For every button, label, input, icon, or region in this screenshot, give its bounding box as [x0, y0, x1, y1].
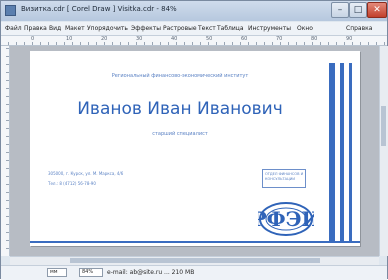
menu-item-effects[interactable]: Эффекты: [131, 25, 161, 32]
menu-item-table[interactable]: Таблица: [217, 25, 244, 32]
address-text[interactable]: 305000, г. Курск, ул. М. Маркса, 4/6: [48, 171, 123, 176]
menu-item-edit[interactable]: Правка: [24, 25, 47, 32]
decorative-stripe: [349, 63, 352, 241]
horizontal-scroll-thumb[interactable]: [70, 258, 320, 263]
ruler-number: 30: [136, 36, 143, 42]
zoom-select[interactable]: 84%: [79, 268, 103, 277]
status-bar: мм 84% e-mail: ab@site.ru ... 210 MB: [1, 265, 387, 280]
ruler-number: 80: [311, 36, 318, 42]
horizontal-scrollbar[interactable]: [10, 256, 379, 265]
ruler-number: 0: [31, 36, 35, 42]
menu-item-window[interactable]: Окно: [297, 25, 313, 32]
person-name-text[interactable]: Иванов Иван Иванович: [30, 99, 330, 119]
ruler-number: 50: [206, 36, 213, 42]
business-card[interactable]: Региональный финансово-экономический инс…: [30, 51, 360, 246]
horizontal-ruler: 0 10 20 30 40 50 60 70 80 90: [1, 36, 387, 46]
ruler-number: 90: [346, 36, 353, 42]
decorative-stripe: [340, 63, 344, 241]
app-window: Визитка.cdr [ Corel Draw ] Visitka.cdr -…: [0, 0, 388, 280]
logo-text: РФЭИ: [258, 207, 314, 231]
menu-bar: Файл Правка Вид Макет Упорядочить Эффект…: [1, 22, 387, 36]
decorative-stripe: [329, 63, 335, 241]
ruler-number: 20: [101, 36, 108, 42]
minimize-button[interactable]: –: [331, 2, 349, 18]
menu-item-text[interactable]: Текст: [198, 25, 216, 32]
ruler-number: 70: [276, 36, 283, 42]
decorative-line: [30, 241, 360, 243]
phone-text[interactable]: Тел.: 8 (4712) 56-78-90: [48, 181, 96, 186]
menu-item-tools[interactable]: Инструменты: [248, 25, 291, 32]
unit-select[interactable]: мм: [47, 268, 67, 277]
institute-logo[interactable]: РФЭИ: [258, 199, 314, 239]
vertical-scrollbar[interactable]: [379, 46, 388, 256]
menu-item-help[interactable]: Справка: [346, 25, 372, 32]
menu-item-view[interactable]: Вид: [49, 25, 61, 32]
vertical-scroll-thumb[interactable]: [381, 106, 386, 146]
ruler-number: 10: [66, 36, 73, 42]
status-text: e-mail: ab@site.ru ... 210 MB: [107, 269, 195, 276]
close-button[interactable]: ✕: [367, 2, 387, 18]
organization-text[interactable]: Региональный финансово-экономический инс…: [30, 73, 330, 79]
window-title: Визитка.cdr [ Corel Draw ] Visitka.cdr -…: [21, 5, 177, 13]
title-bar: Визитка.cdr [ Corel Draw ] Visitka.cdr -…: [1, 1, 387, 21]
menu-item-file[interactable]: Файл: [5, 25, 22, 32]
position-text[interactable]: старший специалист: [30, 131, 330, 137]
ruler-number: 60: [241, 36, 248, 42]
department-line: КОНСУЛЬТАЦИЙ: [265, 177, 295, 181]
app-icon: [5, 5, 16, 16]
menu-item-arrange[interactable]: Упорядочить: [87, 25, 128, 32]
vertical-ruler: [1, 46, 10, 256]
ruler-number: 40: [171, 36, 178, 42]
menu-item-layout[interactable]: Макет: [65, 25, 85, 32]
department-box[interactable]: ОТДЕЛ ФИНАНСОВ И КОНСУЛЬТАЦИЙ: [262, 169, 306, 188]
menu-item-bitmaps[interactable]: Растровые: [163, 25, 197, 32]
maximize-button[interactable]: □: [349, 2, 367, 18]
